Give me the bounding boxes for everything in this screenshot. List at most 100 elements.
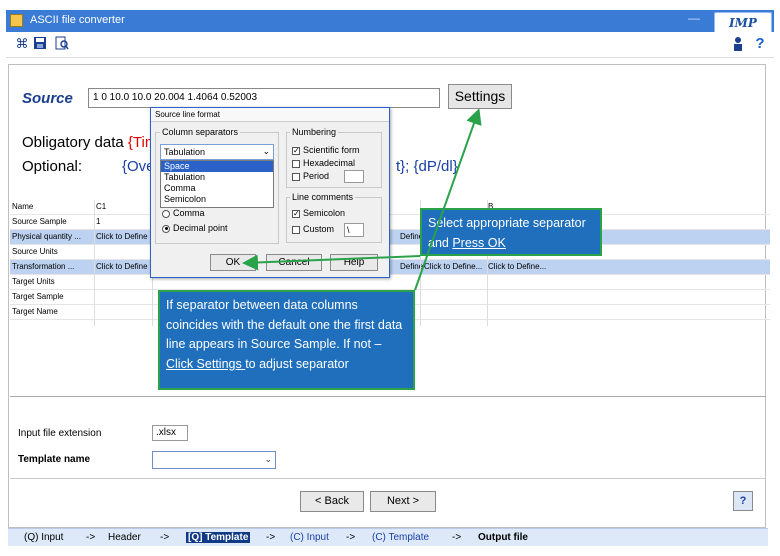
callout-select-separator: Select appropriate separator and Press O… <box>420 208 602 256</box>
optional-value-end: t}; {dP/dl} <box>396 158 458 175</box>
step-arrow: -> <box>160 532 170 543</box>
checkbox-icon <box>292 172 300 181</box>
window-title-bar: ASCII file converter — <box>6 10 774 32</box>
source-label: Source <box>22 90 73 107</box>
grid-header-name: Name <box>12 202 34 211</box>
callout-two-text: If separator between data columns coinci… <box>166 298 403 351</box>
row-name-cell[interactable]: Target Units <box>12 277 94 286</box>
checkbox-icon <box>292 225 300 234</box>
separator-selected-value: Tabulation <box>164 147 206 157</box>
comments-semicolon-label: Semicolon <box>303 208 346 218</box>
dialog-title: Source line format <box>151 108 389 122</box>
row-name-cell[interactable]: Target Sample <box>12 292 94 301</box>
step-arrow: -> <box>266 532 276 543</box>
step-c-input[interactable]: (C) Input <box>290 532 329 543</box>
preview-icon[interactable] <box>54 36 70 52</box>
numbering-scientific-label: Scientific form <box>303 145 360 155</box>
section-divider <box>10 396 766 397</box>
radio-comma[interactable]: Comma <box>162 208 205 218</box>
line-comments-label: Line comments <box>290 192 356 202</box>
table-row[interactable]: Source Sample 1 <box>10 215 770 230</box>
step-q-input[interactable]: (Q) Input <box>24 532 63 543</box>
help-icon[interactable]: ? <box>733 491 753 511</box>
step-c-template[interactable]: (C) Template <box>372 532 429 543</box>
next-button[interactable]: Next > <box>370 491 436 512</box>
input-extension-label: Input file extension <box>18 428 102 439</box>
step-q-template[interactable]: [Q] Template <box>186 532 251 543</box>
radio-icon <box>162 209 170 218</box>
radio-selected-icon <box>162 224 170 233</box>
ok-button[interactable]: OK <box>210 254 256 271</box>
chevron-down-icon: ⌄ <box>262 146 270 156</box>
separator-option-tabulation[interactable]: Tabulation <box>161 172 273 183</box>
callout-one-link: Press OK <box>452 235 506 250</box>
chevron-down-icon: ⌄ <box>264 454 272 464</box>
callout-two-link: Click Settings <box>166 356 246 371</box>
custom-comment-field[interactable]: \ <box>344 223 364 237</box>
numbering-hex-label: Hexadecimal <box>303 158 356 168</box>
comments-custom-label: Custom <box>303 224 335 234</box>
row-name-cell[interactable]: Physical quantity ... <box>12 232 94 241</box>
row-right2-cell[interactable]: Click to Define... <box>488 262 558 271</box>
row-name-cell[interactable]: Source Sample <box>12 217 94 226</box>
step-arrow: -> <box>86 532 96 543</box>
numbering-label: Numbering <box>290 127 339 137</box>
grid-header-row: Name C1 B <box>10 200 770 215</box>
logo-text: IMP <box>729 16 757 30</box>
separator-option-space[interactable]: Space <box>161 161 273 172</box>
numbering-scientific[interactable]: ✓ Scientific form <box>292 145 360 155</box>
table-row[interactable]: Source Units <box>10 245 770 260</box>
obligatory-data-line: Obligatory data {Tim <box>22 134 157 151</box>
row-name-cell[interactable]: Transformation ... <box>12 262 94 271</box>
comments-semicolon[interactable]: ✓ Semicolon <box>292 208 345 218</box>
checkbox-icon <box>292 159 300 168</box>
obligatory-label: Obligatory data <box>22 134 128 151</box>
help-icon[interactable]: ? <box>752 36 768 52</box>
step-arrow: -> <box>346 532 356 543</box>
back-button[interactable]: < Back <box>300 491 364 512</box>
checkmark-icon: ✓ <box>292 145 300 155</box>
select-icon[interactable]: ⌘ <box>14 36 30 52</box>
table-row[interactable]: Target Units <box>10 275 770 290</box>
period-field[interactable] <box>344 170 364 183</box>
line-comments-group <box>286 197 382 243</box>
numbering-period-label: Period <box>303 171 330 181</box>
optional-label: Optional: <box>22 158 83 175</box>
separator-option-semicolon[interactable]: Semicolon <box>161 194 273 205</box>
comments-custom[interactable]: Custom <box>292 224 334 234</box>
nav-divider <box>10 478 766 479</box>
help-button[interactable]: Help <box>330 254 378 271</box>
input-extension-field[interactable]: .xlsx <box>152 425 188 441</box>
user-icon[interactable] <box>730 36 746 52</box>
row-name-cell[interactable]: Target Name <box>12 307 94 316</box>
separator-option-comma[interactable]: Comma <box>161 183 273 194</box>
numbering-hexadecimal[interactable]: Hexadecimal <box>292 158 355 168</box>
radio-comma-label: Comma <box>173 208 205 218</box>
row-name-cell[interactable]: Source Units <box>12 247 94 256</box>
grid-column-divider <box>94 200 95 326</box>
toolbar: ⌘ ? <box>6 32 774 58</box>
template-name-label: Template name <box>18 454 91 465</box>
separator-dropdown[interactable]: Tabulation ⌄ <box>160 144 274 160</box>
separator-dropdown-list: Space Tabulation Comma Semicolon <box>160 160 274 208</box>
step-output-file[interactable]: Output file <box>478 532 528 543</box>
checkmark-icon: ✓ <box>292 208 300 218</box>
minimize-button[interactable]: — <box>688 11 700 25</box>
save-icon[interactable] <box>32 36 48 52</box>
column-separators-label: Column separators <box>160 127 241 137</box>
step-arrow: -> <box>452 532 462 543</box>
app-icon <box>10 14 23 27</box>
settings-button[interactable]: Settings <box>448 84 512 109</box>
source-line-field[interactable]: 1 0 10.0 10.0 20.004 1.4064 0.52003 <box>88 88 440 108</box>
table-row[interactable]: Physical quantity ... Click to Define Defi… <box>10 230 770 245</box>
table-row[interactable]: Transformation ... Click to Define Define C… <box>10 260 770 275</box>
radio-decimal-label: Decimal point <box>173 223 228 233</box>
step-header[interactable]: Header <box>108 532 141 543</box>
row-right-cell[interactable]: Click to Define... <box>424 262 492 271</box>
callout-settings-hint: If separator between data columns coinci… <box>158 290 415 390</box>
window-title: ASCII file converter <box>30 14 125 26</box>
cancel-button[interactable]: Cancel <box>266 254 322 271</box>
template-name-select[interactable]: ⌄ <box>152 451 276 469</box>
numbering-period[interactable]: Period <box>292 171 329 181</box>
radio-decimal-point[interactable]: Decimal point <box>162 223 228 233</box>
